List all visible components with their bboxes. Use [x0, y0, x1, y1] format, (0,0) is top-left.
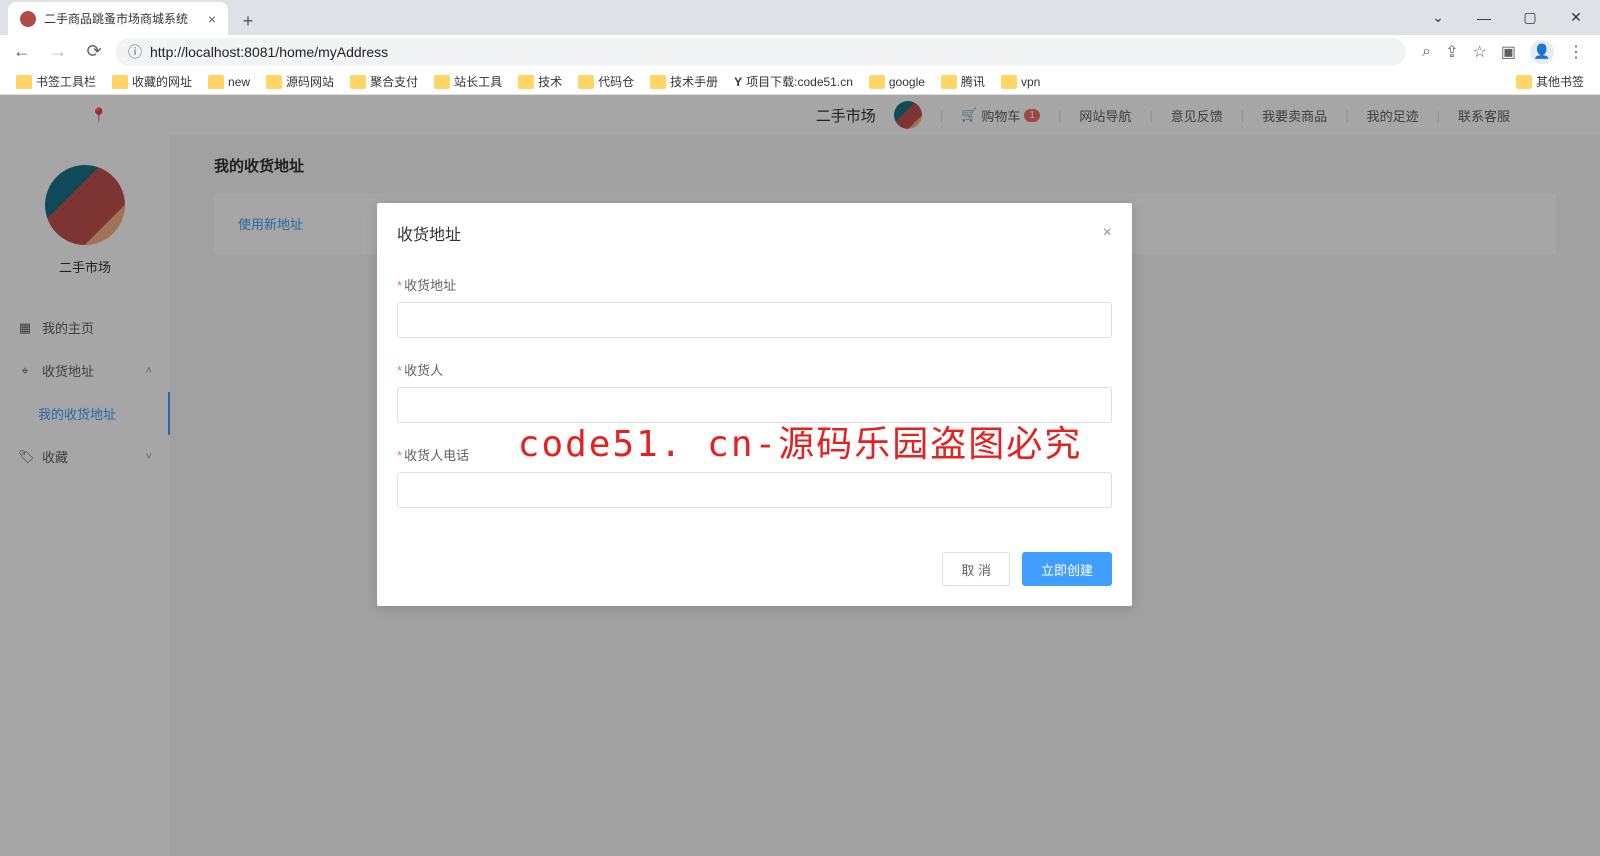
- browser-chrome: 二手商品跳蚤市场商城系统 × + ⌄ — ▢ ✕ ← → ⟳ ⓘ http://…: [0, 0, 1600, 95]
- tab-title: 二手商品跳蚤市场商城系统: [44, 10, 188, 27]
- folder-icon: [650, 75, 666, 89]
- folder-icon: [869, 75, 885, 89]
- menu-icon[interactable]: ⋮: [1568, 42, 1584, 62]
- form-group-receiver: *收货人: [397, 360, 1112, 423]
- bookmark-item[interactable]: vpn: [995, 72, 1046, 92]
- window-controls: ⌄ — ▢ ✕: [1424, 0, 1600, 35]
- bookmark-item[interactable]: 腾讯: [935, 70, 991, 93]
- folder-icon: [112, 75, 128, 89]
- bookmark-item[interactable]: 站长工具: [428, 70, 508, 93]
- modal-body: *收货地址 *收货人 *收货人电话: [377, 255, 1132, 540]
- tab-bar: 二手商品跳蚤市场商城系统 × + ⌄ — ▢ ✕: [0, 0, 1600, 35]
- folder-icon: [1516, 75, 1532, 89]
- phone-input[interactable]: [397, 472, 1112, 508]
- folder-icon: [16, 75, 32, 89]
- chevron-down-icon[interactable]: ⌄: [1424, 4, 1452, 32]
- create-button[interactable]: 立即创建: [1022, 552, 1112, 586]
- star-icon[interactable]: ☆: [1473, 42, 1487, 62]
- bookmark-item[interactable]: Y项目下载:code51.cn: [728, 70, 859, 93]
- modal-footer: 取 消 立即创建: [377, 540, 1132, 606]
- bookmarks-bar: 书签工具栏 收藏的网址 new 源码网站 聚合支付 站长工具 技术 代码仓 技术…: [0, 68, 1600, 95]
- folder-icon: [350, 75, 366, 89]
- favicon: [20, 11, 36, 27]
- info-icon[interactable]: ⓘ: [128, 42, 142, 62]
- bookmark-item[interactable]: 技术: [512, 70, 568, 93]
- folder-icon: [434, 75, 450, 89]
- bookmark-item[interactable]: 书签工具栏: [10, 70, 102, 93]
- folder-icon: [518, 75, 534, 89]
- bookmark-item[interactable]: 收藏的网址: [106, 70, 198, 93]
- modal-header: 收货地址 ×: [377, 203, 1132, 255]
- modal-title: 收货地址: [397, 221, 461, 245]
- folder-icon: [208, 75, 224, 89]
- address-label: *收货地址: [397, 275, 1112, 294]
- folder-icon: [1001, 75, 1017, 89]
- url-input[interactable]: ⓘ http://localhost:8081/home/myAddress: [116, 38, 1406, 66]
- bookmark-item[interactable]: 技术手册: [644, 70, 724, 93]
- cancel-button[interactable]: 取 消: [942, 552, 1010, 586]
- extensions-icon[interactable]: ▣: [1501, 42, 1516, 62]
- bookmark-item[interactable]: google: [863, 72, 931, 92]
- folder-icon: [578, 75, 594, 89]
- address-input[interactable]: [397, 302, 1112, 338]
- browser-tab[interactable]: 二手商品跳蚤市场商城系统 ×: [8, 2, 228, 35]
- bookmark-item[interactable]: 聚合支付: [344, 70, 424, 93]
- bookmark-item[interactable]: new: [202, 72, 256, 92]
- folder-icon: [941, 75, 957, 89]
- bookmark-other[interactable]: 其他书签: [1510, 70, 1590, 93]
- bookmark-item[interactable]: 代码仓: [572, 70, 640, 93]
- y-icon: Y: [734, 75, 742, 89]
- close-modal-icon[interactable]: ×: [1103, 224, 1112, 242]
- maximize-icon[interactable]: ▢: [1516, 4, 1544, 32]
- form-group-address: *收货地址: [397, 275, 1112, 338]
- profile-avatar[interactable]: 👤: [1530, 40, 1554, 64]
- folder-icon: [266, 75, 282, 89]
- minimize-icon[interactable]: —: [1470, 4, 1498, 32]
- forward-button[interactable]: →: [44, 38, 72, 66]
- bookmark-item[interactable]: 源码网站: [260, 70, 340, 93]
- toolbar-right: ⌕ ⇪ ☆ ▣ 👤 ⋮: [1414, 40, 1592, 64]
- reload-button[interactable]: ⟳: [80, 38, 108, 66]
- close-tab-icon[interactable]: ×: [208, 11, 216, 27]
- share-icon[interactable]: ⇪: [1445, 42, 1458, 62]
- search-icon[interactable]: ⌕: [1422, 43, 1431, 61]
- page-content: 📍 二手市场 | 🛒 购物车 1 | 网站导航 | 意见反馈 | 我要卖商品 |…: [0, 95, 1600, 856]
- receiver-label: *收货人: [397, 360, 1112, 379]
- address-modal: 收货地址 × *收货地址 *收货人 *收货人电话 取 消 立即创建: [377, 203, 1132, 606]
- new-tab-button[interactable]: +: [234, 7, 262, 35]
- address-bar: ← → ⟳ ⓘ http://localhost:8081/home/myAdd…: [0, 35, 1600, 68]
- watermark-text: code51. cn-源码乐园盗图必究: [518, 415, 1082, 467]
- back-button[interactable]: ←: [8, 38, 36, 66]
- url-text: http://localhost:8081/home/myAddress: [150, 44, 388, 60]
- close-window-icon[interactable]: ✕: [1562, 4, 1590, 32]
